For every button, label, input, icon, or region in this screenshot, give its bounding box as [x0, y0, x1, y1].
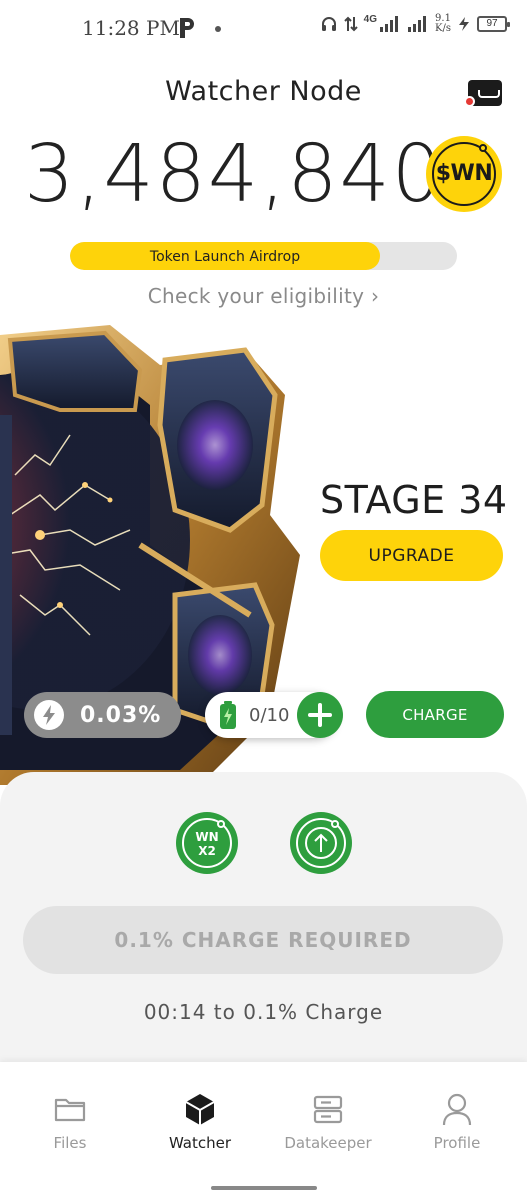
charge-button[interactable]: CHARGE — [366, 691, 504, 738]
signal-icon — [380, 16, 399, 32]
airdrop-label: Token Launch Airdrop — [149, 249, 301, 265]
nav-item-files[interactable]: Files — [15, 1092, 125, 1152]
bolt-icon — [34, 700, 64, 730]
check-eligibility-link[interactable]: Check your eligibility › — [0, 284, 527, 308]
charge-countdown: 00:14 to 0.1% Charge — [143, 1000, 384, 1024]
home-indicator[interactable] — [211, 1186, 317, 1190]
speed-unit: K/s — [435, 23, 451, 34]
upgrade-button[interactable]: UPGRADE — [320, 530, 503, 581]
nav-label-datakeeper: Datakeeper — [284, 1134, 372, 1152]
airdrop-progress-bar[interactable]: Token Launch Airdrop — [70, 242, 457, 270]
nav-item-profile[interactable]: Profile — [402, 1092, 512, 1152]
network-type: 4G — [363, 13, 378, 25]
status-time: 11:28 PM — [82, 16, 180, 40]
notification-dot-icon — [215, 26, 221, 32]
page-title: Watcher Node — [165, 76, 362, 107]
signal-2-icon — [408, 16, 427, 32]
bottom-navigation: Files Watcher Datakeeper Profile — [0, 1062, 527, 1200]
headset-icon — [321, 17, 336, 31]
status-icons: 4G 9.1 K/s 97 — [320, 13, 510, 34]
nav-label-watcher: Watcher — [168, 1134, 232, 1152]
charging-icon — [459, 17, 469, 31]
nav-label-profile: Profile — [433, 1134, 481, 1152]
nav-label-files: Files — [53, 1134, 87, 1152]
cube-icon — [185, 1094, 215, 1125]
battery-cell-icon — [219, 700, 237, 730]
arrow-up-icon — [305, 827, 337, 859]
charge-required-button[interactable]: 0.1% CHARGE REQUIRED — [23, 906, 503, 974]
token-balance: 3,484,840 — [24, 128, 445, 220]
wallet-button[interactable] — [464, 78, 504, 108]
upgrade-arrow-button[interactable] — [290, 812, 352, 874]
boost-label-bottom: X2 — [198, 844, 216, 858]
boost-label-top: WN — [195, 830, 219, 844]
network-speed: 9.1 K/s — [435, 14, 451, 34]
energy-value: 0.03% — [80, 702, 162, 728]
energy-indicator: 0.03% — [24, 692, 181, 738]
battery-level: 97 — [486, 18, 498, 29]
token-symbol: $WN — [435, 161, 493, 186]
chevron-right-icon: › — [370, 284, 380, 308]
battery-icon: 97 — [477, 16, 510, 32]
wn-x2-boost-button[interactable]: WN X2 — [176, 812, 238, 874]
data-transfer-icon — [343, 16, 358, 32]
folder-icon — [54, 1098, 86, 1122]
wallet-notification-badge — [464, 96, 475, 107]
eligibility-text: Check your eligibility — [147, 284, 365, 308]
status-bar: 11:28 PM 4G 9.1 K/s 97 — [0, 0, 527, 60]
nav-item-datakeeper[interactable]: Datakeeper — [273, 1092, 383, 1152]
person-icon — [442, 1093, 472, 1126]
nav-item-watcher[interactable]: Watcher — [145, 1092, 255, 1152]
server-icon — [313, 1095, 343, 1124]
stage-label: STAGE 34 — [320, 478, 508, 522]
boost-label: WN X2 — [176, 830, 238, 858]
add-battery-button[interactable] — [297, 692, 343, 738]
battery-count: 0/10 — [249, 705, 290, 726]
parking-app-icon — [178, 16, 196, 40]
token-logo: $WN — [426, 136, 502, 212]
